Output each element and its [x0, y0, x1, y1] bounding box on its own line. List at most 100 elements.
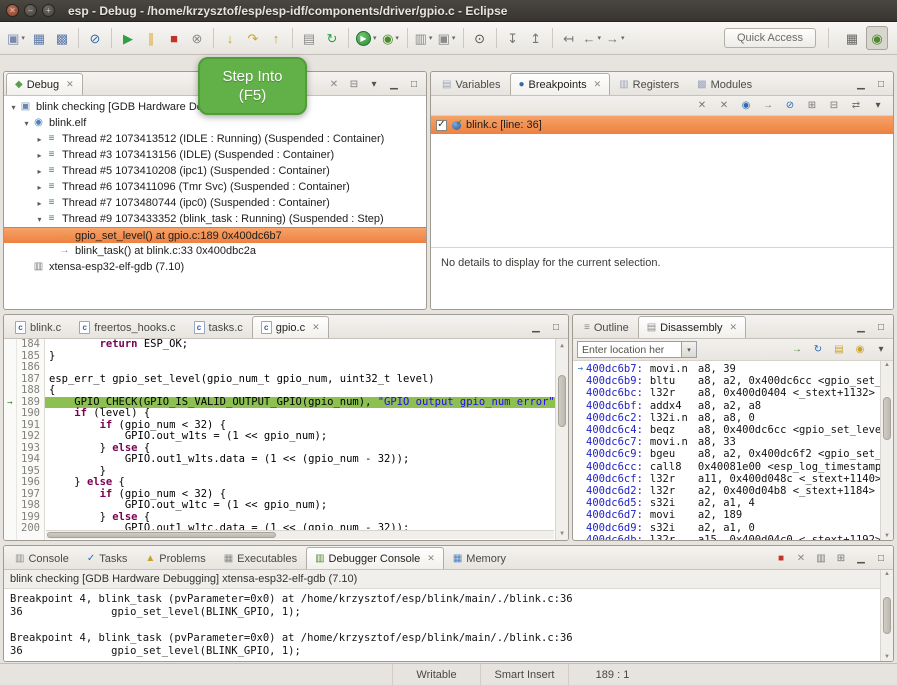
- tab-debugger-console[interactable]: ▥Debugger Console✕: [306, 547, 444, 569]
- scroll-down-icon[interactable]: ▼: [881, 654, 893, 660]
- tab-gpio-c[interactable]: cgpio.c✕: [252, 316, 329, 338]
- step-return-button[interactable]: ↑: [265, 26, 287, 50]
- remove-breakpoint-button[interactable]: ✕: [694, 98, 710, 114]
- step-over-button[interactable]: ↷: [242, 26, 264, 50]
- minimize-button[interactable]: ▁: [386, 76, 402, 92]
- terminate-button[interactable]: ■: [773, 550, 789, 566]
- remove-launch-button[interactable]: ✕: [793, 550, 809, 566]
- collapse-all-button[interactable]: ⊟: [346, 76, 362, 92]
- maximize-button[interactable]: □: [406, 76, 422, 92]
- back-button[interactable]: ←▾: [581, 26, 604, 50]
- maximize-button[interactable]: □: [548, 319, 564, 335]
- scroll-down-icon[interactable]: ▼: [556, 528, 568, 540]
- step-into-button[interactable]: ↓: [219, 26, 241, 50]
- maximize-button[interactable]: □: [873, 76, 889, 92]
- tab-blink-c[interactable]: cblink.c: [6, 316, 70, 338]
- disassembly-row[interactable]: 400dc6c4:beqza8, 0x400dc6cc <gpio_set_le…: [575, 424, 880, 436]
- debug-button[interactable]: ◉▾: [380, 26, 402, 50]
- scroll-up-icon[interactable]: ▲: [881, 362, 893, 368]
- maximize-button[interactable]: □: [873, 319, 889, 335]
- debug-tree-item[interactable]: ▸≡Thread #6 1073411096 (Tmr Svc) (Suspen…: [4, 179, 426, 195]
- view-menu-button[interactable]: ▾: [870, 98, 886, 114]
- save-button[interactable]: ▦: [28, 26, 50, 50]
- gutter-marker-slot[interactable]: [4, 454, 16, 466]
- expand-all-button[interactable]: ⊞: [804, 98, 820, 114]
- tab-variables[interactable]: ▤Variables: [433, 73, 510, 95]
- tab-outline[interactable]: ≡Outline: [575, 316, 638, 338]
- close-tab-icon[interactable]: ✕: [427, 553, 435, 564]
- gutter-marker-slot[interactable]: [4, 523, 16, 535]
- minimize-button[interactable]: ▁: [853, 319, 869, 335]
- scroll-down-icon[interactable]: ▼: [881, 533, 893, 539]
- gutter-marker-slot[interactable]: [4, 408, 16, 420]
- gutter-marker-slot[interactable]: [4, 339, 16, 351]
- previous-annotation-button[interactable]: ↥: [525, 26, 547, 50]
- maximize-button[interactable]: □: [873, 550, 889, 566]
- collapsed-arrow-icon[interactable]: ▸: [34, 183, 45, 192]
- expanded-arrow-icon[interactable]: ▾: [34, 215, 45, 224]
- debug-tree-item[interactable]: ▸≡Thread #3 1073413156 (IDLE) (Suspended…: [4, 147, 426, 163]
- collapsed-arrow-icon[interactable]: ▸: [34, 199, 45, 208]
- tab-debug[interactable]: ◆Debug✕: [6, 73, 83, 95]
- last-edit-location-button[interactable]: ↤: [558, 26, 580, 50]
- next-annotation-button[interactable]: ↧: [502, 26, 524, 50]
- gutter-marker-slot[interactable]: [4, 489, 16, 501]
- minimize-button[interactable]: ▁: [853, 76, 869, 92]
- show-source-button[interactable]: ▤: [831, 342, 847, 358]
- console-scrollbar[interactable]: ▲ ▼: [880, 570, 893, 661]
- debug-tree-item[interactable]: →blink_task() at blink.c:33 0x400dbc2a: [4, 243, 426, 259]
- tab-tasks[interactable]: ✓Tasks: [78, 547, 137, 569]
- remove-all-breakpoints-button[interactable]: ✕: [716, 98, 732, 114]
- align-to-pc-button[interactable]: →: [789, 342, 805, 358]
- disassembly-scrollbar[interactable]: ▲ ▼: [880, 361, 893, 540]
- new-button[interactable]: ▣▾: [5, 26, 27, 50]
- disassembly-row[interactable]: 400dc6d7:movia2, 189: [575, 509, 880, 521]
- maximize-window-button[interactable]: +: [42, 4, 55, 17]
- skip-all-breakpoints-button[interactable]: ⊘: [782, 98, 798, 114]
- close-tab-icon[interactable]: ✕: [312, 322, 320, 333]
- debug-tree-item[interactable]: ▸≡Thread #5 1073410208 (ipc1) (Suspended…: [4, 163, 426, 179]
- gutter-markers[interactable]: →: [4, 339, 17, 540]
- console-scrollbar-thumb[interactable]: [883, 597, 891, 633]
- disconnect-button[interactable]: ⊗: [186, 26, 208, 50]
- scroll-up-icon[interactable]: ▲: [556, 340, 568, 352]
- skip-all-breakpoints-button[interactable]: ⊘: [84, 26, 106, 50]
- disassembly-row[interactable]: 400dc6c9:bgeua8, a2, 0x400dc6f2 <gpio_se…: [575, 448, 880, 460]
- gutter-marker-slot[interactable]: [4, 477, 16, 489]
- disassembly-listing[interactable]: →400dc6b7:movi.na8, 39400dc6b9:bltua8, a…: [573, 361, 880, 540]
- external-tools-button[interactable]: ▣▾: [436, 26, 458, 50]
- save-all-button[interactable]: ▩: [51, 26, 73, 50]
- disassembly-row[interactable]: 400dc6d5:s32ia2, a1, 4: [575, 497, 880, 509]
- gutter-marker-slot[interactable]: [4, 362, 16, 374]
- disassembly-row[interactable]: 400dc6b9:bltua8, a2, 0x400dc6cc <gpio_se…: [575, 375, 880, 387]
- gutter-marker-slot[interactable]: →: [4, 397, 16, 409]
- disassembly-row[interactable]: 400dc6cc:call80x40081e00 <esp_log_timest…: [575, 461, 880, 473]
- expanded-arrow-icon[interactable]: ▾: [8, 103, 19, 112]
- debug-tree-item[interactable]: ▾◉blink.elf: [4, 115, 426, 131]
- tab-tasks-c[interactable]: ctasks.c: [185, 316, 252, 338]
- open-perspective-button[interactable]: ▦: [841, 26, 863, 50]
- debug-tree-item[interactable]: ▸≡Thread #7 1073480744 (ipc0) (Suspended…: [4, 195, 426, 211]
- disassembly-row[interactable]: 400dc6c7:movi.na8, 33: [575, 436, 880, 448]
- disassembly-row[interactable]: 400dc6c2:l32i.na8, a8, 0: [575, 412, 880, 424]
- breakpoint-row[interactable]: ✓ blink.c [line: 36]: [431, 116, 893, 134]
- tab-registers[interactable]: ▥Registers: [610, 73, 688, 95]
- expanded-arrow-icon[interactable]: ▾: [21, 119, 32, 128]
- close-window-button[interactable]: ✕: [6, 4, 19, 17]
- terminate-button[interactable]: ■: [163, 26, 185, 50]
- disassembly-row[interactable]: 400dc6bc:l32ra8, 0x400d0404 <_stext+1132…: [575, 387, 880, 399]
- gutter-marker-slot[interactable]: [4, 443, 16, 455]
- minimize-window-button[interactable]: –: [24, 4, 37, 17]
- tab-freertos-hooks-c[interactable]: cfreertos_hooks.c: [70, 316, 184, 338]
- link-with-debug-view-button[interactable]: ⇄: [848, 98, 864, 114]
- close-tab-icon[interactable]: ✕: [66, 79, 74, 90]
- tab-disassembly[interactable]: ▤Disassembly✕: [638, 316, 746, 338]
- editor-horizontal-scrollbar[interactable]: [46, 530, 554, 539]
- tab-memory[interactable]: ▦Memory: [444, 547, 515, 569]
- tab-console[interactable]: ▥Console: [6, 547, 78, 569]
- debug-perspective-button[interactable]: ◉: [866, 26, 888, 50]
- open-console-button[interactable]: ⊞: [833, 550, 849, 566]
- editor-scrollbar-thumb[interactable]: [558, 375, 566, 427]
- refresh-view-button[interactable]: ↻: [810, 342, 826, 358]
- disassembly-row[interactable]: 400dc6db:l32ra15, 0x400d04c0 <_stext+119…: [575, 534, 880, 540]
